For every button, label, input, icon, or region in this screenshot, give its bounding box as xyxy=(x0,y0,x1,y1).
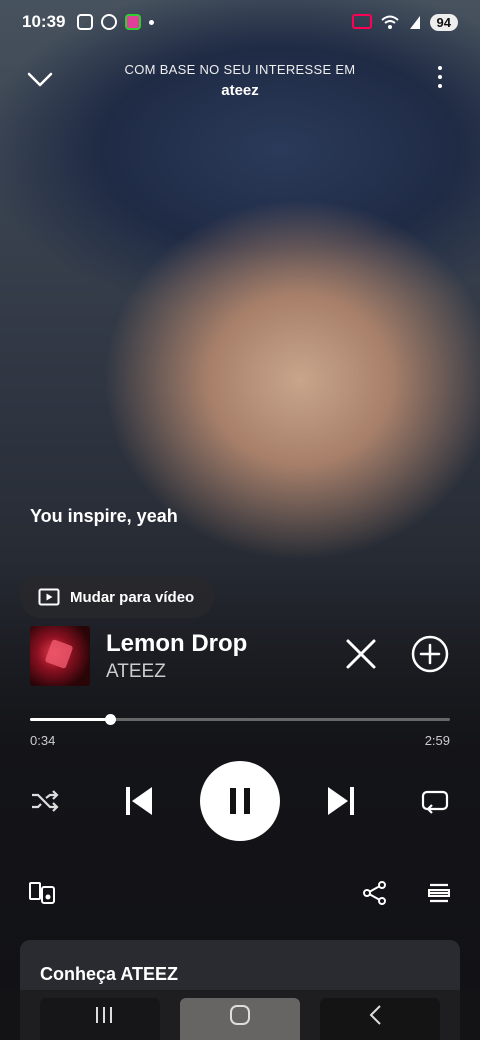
skip-previous-icon xyxy=(126,787,152,815)
more-vertical-icon xyxy=(438,66,442,70)
add-to-library-button[interactable] xyxy=(410,634,450,679)
status-time: 10:39 xyxy=(22,12,66,31)
pause-icon xyxy=(230,788,250,814)
more-options-button[interactable] xyxy=(430,66,450,94)
repeat-button[interactable] xyxy=(418,784,452,818)
signal-icon xyxy=(409,16,420,29)
collapse-button[interactable] xyxy=(24,66,56,94)
player-header: COM BASE NO SEU INTERESSE EM ateez xyxy=(0,56,480,106)
connect-device-button[interactable] xyxy=(26,878,58,908)
chevron-down-icon xyxy=(27,72,53,87)
screenshot-icon xyxy=(77,14,94,30)
repeat-icon xyxy=(421,790,449,814)
track-info: Lemon Drop ATEEZ xyxy=(106,630,344,683)
total-time: 2:59 xyxy=(424,733,450,748)
home-icon xyxy=(230,1005,250,1025)
playback-controls xyxy=(0,760,480,842)
track-title[interactable]: Lemon Drop xyxy=(106,630,344,658)
elapsed-time: 0:34 xyxy=(30,733,56,748)
progress-handle[interactable] xyxy=(104,714,116,725)
track-artist[interactable]: ATEEZ xyxy=(106,661,344,683)
switch-to-video-label: Mudar para vídeo xyxy=(70,588,195,606)
close-icon xyxy=(346,639,376,668)
hide-track-button[interactable] xyxy=(344,637,378,676)
recent-apps-icon xyxy=(96,1007,112,1023)
back-button[interactable] xyxy=(356,1000,396,1030)
more-notifications-dot xyxy=(149,19,155,25)
shuffle-button[interactable] xyxy=(28,784,62,818)
system-navigation-bar xyxy=(0,990,480,1040)
add-circle-icon xyxy=(411,635,449,672)
youtube-icon xyxy=(101,14,118,30)
player-actions xyxy=(0,876,480,910)
recent-apps-button[interactable] xyxy=(84,1000,124,1030)
share-icon xyxy=(363,881,386,905)
now-playing-track: Lemon Drop ATEEZ xyxy=(30,626,454,686)
play-square-icon xyxy=(38,588,60,606)
context-title: ateez xyxy=(221,82,259,99)
context-caption: COM BASE NO SEU INTERESSE EM xyxy=(124,62,356,77)
progress-bar[interactable] xyxy=(30,714,450,725)
lyric-line: You inspire, yeah xyxy=(30,506,178,526)
previous-button[interactable] xyxy=(120,782,158,820)
next-button[interactable] xyxy=(322,782,360,820)
share-button[interactable] xyxy=(360,878,390,908)
progress-fill xyxy=(30,718,110,721)
app-icon xyxy=(125,14,142,30)
notification-icons xyxy=(77,14,155,30)
battery-indicator: 94 xyxy=(429,13,458,31)
about-artist-title: Conheça ATEEZ xyxy=(40,964,179,984)
context-header: COM BASE NO SEU INTERESSE EM ateez xyxy=(90,62,390,99)
queue-icon xyxy=(428,883,450,903)
shuffle-icon xyxy=(32,790,59,812)
wifi-icon xyxy=(380,15,399,29)
album-art[interactable] xyxy=(30,626,90,686)
status-bar: 10:39 94 xyxy=(0,0,480,44)
home-button[interactable] xyxy=(220,1000,260,1030)
switch-to-video-button[interactable]: Mudar para vídeo xyxy=(20,576,215,618)
pause-button[interactable] xyxy=(200,761,280,841)
cast-icon xyxy=(351,14,372,29)
queue-button[interactable] xyxy=(424,878,454,908)
connect-device-icon xyxy=(29,882,55,904)
back-icon xyxy=(369,1005,381,1025)
skip-next-icon xyxy=(328,787,354,815)
